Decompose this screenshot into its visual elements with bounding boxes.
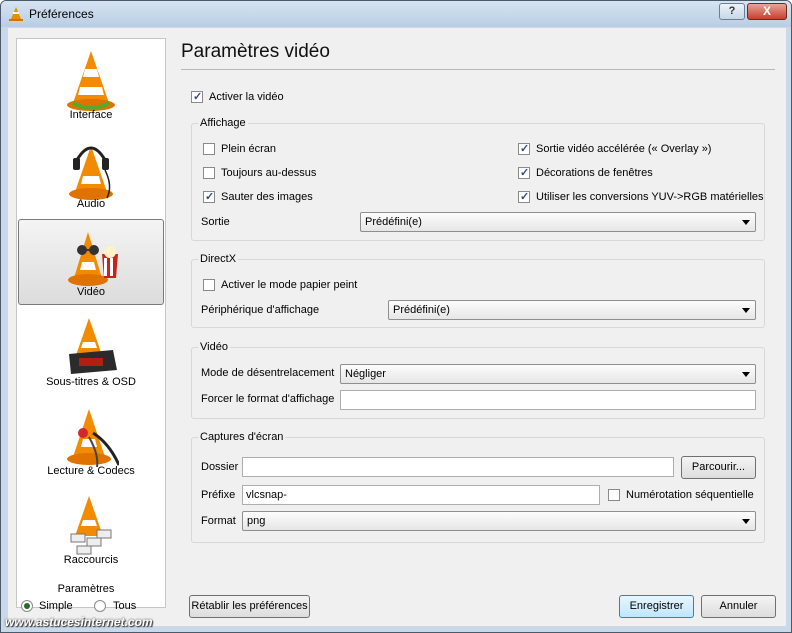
video-glasses-popcorn-cone-icon xyxy=(68,232,118,286)
help-button[interactable]: ? xyxy=(719,3,745,20)
prefix-value: vlcsnap- xyxy=(246,489,287,501)
simple-mode-label: Simple xyxy=(39,600,73,612)
title-separator xyxy=(181,69,775,70)
output-value: Prédéfini(e) xyxy=(365,216,422,228)
fullscreen-label: Plein écran xyxy=(221,143,277,155)
watermark-text: www.astucesinternet.com xyxy=(5,615,153,629)
enable-video-checkbox[interactable] xyxy=(191,90,203,103)
title-bar: Préférences ? X xyxy=(1,1,791,27)
force-aspect-input[interactable] xyxy=(340,390,756,410)
display-device-label: Périphérique d'affichage xyxy=(201,304,320,316)
display-group: Affichage Plein écran Toujours au-dessus… xyxy=(191,117,765,241)
skip-frames-checkbox[interactable] xyxy=(203,190,215,203)
prefix-label: Préfixe xyxy=(201,489,236,501)
window-decorations-label: Décorations de fenêtres xyxy=(536,167,653,179)
all-mode-radio[interactable] xyxy=(94,600,106,612)
chevron-down-icon xyxy=(742,220,750,225)
snapshots-group-title: Captures d'écran xyxy=(198,431,286,443)
deinterlace-select[interactable]: Négliger xyxy=(340,364,756,384)
sidebar-item-subtitles[interactable]: Sous-titres & OSD xyxy=(18,308,164,394)
deinterlace-value: Négliger xyxy=(345,368,386,380)
wallpaper-mode-label: Activer le mode papier peint xyxy=(221,279,358,291)
subtitles-display-cone-icon xyxy=(69,318,117,374)
directx-group-title: DirectX xyxy=(198,253,239,265)
window-title: Préférences xyxy=(29,7,94,21)
deinterlace-label: Mode de désentrelacement xyxy=(201,367,335,379)
sidebar-label: Interface xyxy=(69,109,113,121)
sidebar-item-playback-codecs[interactable]: Lecture & Codecs xyxy=(18,397,164,483)
fullscreen-checkbox[interactable] xyxy=(203,143,215,155)
save-button[interactable]: Enregistrer xyxy=(619,595,694,618)
directx-group: DirectX Activer le mode papier peint Pér… xyxy=(191,253,765,328)
chevron-down-icon xyxy=(742,519,750,524)
skip-frames-label: Sauter des images xyxy=(221,191,313,203)
display-group-title: Affichage xyxy=(198,117,248,129)
simple-mode-radio[interactable] xyxy=(21,600,33,612)
vlc-cone-icon xyxy=(9,7,23,21)
page-title: Paramètres vidéo xyxy=(181,41,330,62)
close-button[interactable]: X xyxy=(747,3,787,20)
sidebar-item-shortcuts[interactable]: Raccourcis xyxy=(18,486,164,572)
sidebar-label: Sous-titres & OSD xyxy=(46,376,136,388)
sidebar-label: Audio xyxy=(76,198,106,210)
sidebar-label: Lecture & Codecs xyxy=(47,465,135,477)
settings-mode-title: Paramètres xyxy=(57,583,115,595)
sidebar-item-video[interactable]: Vidéo xyxy=(18,219,164,305)
sidebar-item-audio[interactable]: Audio xyxy=(18,130,164,216)
window-decorations-checkbox[interactable] xyxy=(518,166,530,179)
chevron-down-icon xyxy=(742,308,750,313)
shortcuts-keys-cone-icon xyxy=(70,496,112,555)
display-device-select[interactable]: Prédéfini(e) xyxy=(388,300,756,320)
all-mode-label: Tous xyxy=(113,600,137,612)
cancel-button[interactable]: Annuler xyxy=(701,595,776,618)
interface-cone-icon xyxy=(67,51,115,111)
overlay-checkbox[interactable] xyxy=(518,142,530,155)
sidebar-label: Raccourcis xyxy=(63,554,119,566)
force-aspect-label: Forcer le format d'affichage xyxy=(201,393,335,405)
yuv-rgb-label: Utiliser les conversions YUV->RGB matéri… xyxy=(536,191,764,203)
overlay-label: Sortie vidéo accélérée (« Overlay ») xyxy=(536,143,712,155)
format-label: Format xyxy=(201,515,236,527)
sidebar-item-interface[interactable]: Interface xyxy=(18,41,164,127)
folder-input[interactable] xyxy=(242,457,674,477)
format-select[interactable]: png xyxy=(242,511,756,531)
playback-cable-cone-icon xyxy=(67,409,119,468)
always-on-top-checkbox[interactable] xyxy=(203,167,215,179)
enable-video-label: Activer la vidéo xyxy=(209,91,284,103)
sequential-numbering-label: Numérotation séquentielle xyxy=(626,489,754,501)
output-select[interactable]: Prédéfini(e) xyxy=(360,212,756,232)
prefix-input[interactable]: vlcsnap- xyxy=(242,485,600,505)
dialog-body: Interface Audio Vidéo Sous-titres & OSD … xyxy=(8,28,786,626)
folder-label: Dossier xyxy=(201,461,239,473)
browse-button[interactable]: Parcourir... xyxy=(681,456,756,479)
yuv-rgb-checkbox[interactable] xyxy=(518,190,530,203)
preferences-window: Préférences ? X Interface Audio Vidéo So… xyxy=(0,0,792,633)
audio-headphones-cone-icon xyxy=(69,146,113,200)
always-on-top-label: Toujours au-dessus xyxy=(221,167,317,179)
video-group-title: Vidéo xyxy=(198,341,230,353)
category-sidebar: Interface Audio Vidéo Sous-titres & OSD … xyxy=(16,38,166,608)
chevron-down-icon xyxy=(742,372,750,377)
sidebar-label: Vidéo xyxy=(77,286,105,298)
output-label: Sortie xyxy=(201,216,230,228)
video-group: Vidéo Mode de désentrelacement Négliger … xyxy=(191,341,765,419)
display-device-value: Prédéfini(e) xyxy=(393,304,450,316)
wallpaper-mode-checkbox[interactable] xyxy=(203,279,215,291)
format-value: png xyxy=(247,515,266,527)
snapshots-group: Captures d'écran Dossier Parcourir... Pr… xyxy=(191,431,765,543)
sequential-numbering-checkbox[interactable] xyxy=(608,489,620,501)
reset-preferences-button[interactable]: Rétablir les préférences xyxy=(189,595,310,618)
